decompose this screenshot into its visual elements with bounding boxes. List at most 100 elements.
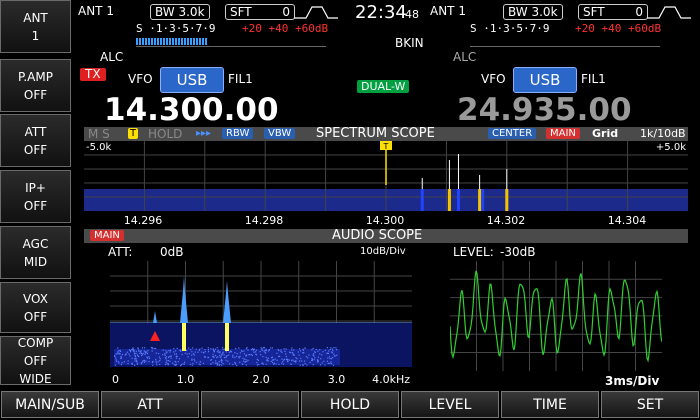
audio-oscilloscope-display[interactable] xyxy=(450,261,662,371)
audio-fft-noise-dot xyxy=(291,349,293,351)
audio-fft-noise-dot xyxy=(118,350,120,352)
audio-fft-noise-dot xyxy=(280,349,282,351)
audio-fft-noise-dot xyxy=(262,355,264,358)
audio-fft-noise-dot xyxy=(123,361,125,363)
side-button-comp[interactable]: COMP OFF WIDE xyxy=(0,336,71,386)
function-button-att[interactable]: ATT xyxy=(101,391,199,418)
audio-time-div: 3ms/Div xyxy=(605,374,660,388)
spectrum-main-tag: MAIN xyxy=(546,128,580,139)
audio-fft-noise-dot xyxy=(227,360,229,362)
audio-fft-noise-dot xyxy=(311,349,313,351)
audio-fft-noise-dot xyxy=(131,357,133,360)
spectrum-arrows-icon: ▸▸▸ xyxy=(196,128,212,139)
audio-fft-noise-dot xyxy=(263,350,265,352)
audio-fft-noise-dot xyxy=(155,358,157,361)
function-button-empty-2[interactable] xyxy=(201,391,299,418)
audio-fft-noise-dot xyxy=(221,361,223,363)
audio-fft-noise-dot xyxy=(265,356,267,358)
spectrum-freq-label: 14.300 xyxy=(366,214,405,227)
spectrum-scope-display[interactable]: T -5.0k +5.0k 14.296 14.298 14.300 14.302 14… xyxy=(84,141,688,229)
audio-fft-noise-dot xyxy=(239,361,241,363)
audio-fft-noise-dot xyxy=(296,358,298,360)
audio-fft-noise-dot xyxy=(216,347,218,349)
audio-fft-noise-dot xyxy=(280,350,282,353)
audio-div-label: 10dB/Div xyxy=(360,246,406,257)
sub-mode-button[interactable]: USB xyxy=(513,67,577,93)
side-button-agc[interactable]: AGC MID xyxy=(0,226,71,279)
function-button-main-sub[interactable]: MAIN/SUB xyxy=(1,391,99,418)
audio-fft-noise-dot xyxy=(291,347,293,349)
function-button-time[interactable]: TIME xyxy=(501,391,599,418)
audio-fft-noise-dot xyxy=(292,353,294,355)
audio-fft-noise-dot xyxy=(119,353,121,355)
audio-fft-noise-dot xyxy=(175,361,177,363)
audio-fft-noise-dot xyxy=(246,347,248,349)
audio-fft-noise-dot xyxy=(164,364,167,366)
audio-fft-display[interactable]: 0 1.0 2.0 3.0 4.0kHz xyxy=(110,261,412,391)
sub-bw-indicator[interactable]: BW 3.0k xyxy=(503,4,563,20)
audio-fft-noise-dot xyxy=(191,359,193,361)
side-button-ant[interactable]: ANT 1 xyxy=(0,0,71,53)
audio-fft-noise-dot xyxy=(142,361,144,363)
audio-fft-noise-dot xyxy=(324,364,326,366)
side-button-att[interactable]: ATT OFF xyxy=(0,114,71,167)
audio-fft-noise-dot xyxy=(194,351,196,353)
audio-fft-noise-dot xyxy=(302,348,304,350)
side-button-p-amp[interactable]: P.AMP OFF xyxy=(0,59,71,112)
audio-fft-noise-dot xyxy=(133,350,135,352)
audio-fft-noise-dot xyxy=(195,348,197,350)
function-button-hold[interactable]: HOLD xyxy=(301,391,399,418)
spectrum-header: M S T HOLD ▸▸▸ RBW VBW SPECTRUM SCOPE CE… xyxy=(84,127,688,141)
audio-fft-noise-dot xyxy=(292,359,294,361)
audio-fft-noise-dot xyxy=(159,363,161,366)
audio-fft-noise-dot xyxy=(336,354,338,356)
audio-fft-noise-dot xyxy=(309,361,311,364)
audio-fft-noise-dot xyxy=(281,362,283,364)
audio-fft-noise-dot xyxy=(262,363,264,365)
sub-sft-indicator[interactable]: SFT 0 xyxy=(578,4,648,20)
audio-fft-noise-dot xyxy=(317,356,320,358)
main-sft-indicator[interactable]: SFT 0 xyxy=(225,4,295,20)
audio-fft-noise-dot xyxy=(165,358,167,360)
audio-fft-noise-dot xyxy=(154,347,157,350)
sub-frequency[interactable]: 24.935.00 xyxy=(457,92,632,128)
sub-sft-value: 0 xyxy=(635,5,643,19)
audio-fft-noise-dot xyxy=(327,357,329,359)
function-button-set[interactable]: SET xyxy=(601,391,699,418)
audio-fft-noise-dot xyxy=(139,352,141,355)
function-button-level[interactable]: LEVEL xyxy=(401,391,499,418)
main-mode-button[interactable]: USB xyxy=(160,67,224,93)
main-frequency[interactable]: 14.300.00 xyxy=(104,92,279,128)
audio-fft-noise-dot xyxy=(140,362,142,364)
audio-fft-noise-dot xyxy=(324,349,327,351)
audio-fft-noise-dot xyxy=(184,352,186,354)
audio-fft-noise-dot xyxy=(238,347,240,349)
main-bw-indicator[interactable]: BW 3.0k xyxy=(150,4,210,20)
audio-fft-noise-dot xyxy=(290,363,292,365)
audio-fft-noise-dot xyxy=(183,361,186,363)
audio-fft-noise-dot xyxy=(271,357,273,359)
audio-fft-noise-dot xyxy=(311,359,313,362)
audio-fft-noise-dot xyxy=(164,354,166,356)
audio-fft-noise-dot xyxy=(256,358,258,360)
audio-fft-noise-dot xyxy=(242,357,244,359)
audio-fft-noise-dot xyxy=(212,355,214,358)
audio-fft-noise-dot xyxy=(320,358,322,360)
audio-fft-noise-dot xyxy=(250,353,252,356)
audio-fft-noise-dot xyxy=(143,361,146,363)
audio-att-label: ATT: xyxy=(108,245,133,259)
side-button-ip[interactable]: IP+ OFF xyxy=(0,170,71,223)
clock-seconds: 48 xyxy=(405,8,419,21)
main-alc-label: ALC xyxy=(100,50,124,64)
audio-fft-noise-dot xyxy=(244,361,246,363)
audio-fft-noise-dot xyxy=(173,364,175,366)
audio-fft-noise-dot xyxy=(192,353,194,355)
audio-fft-noise-dot xyxy=(151,347,153,349)
audio-fft-noise-dot xyxy=(326,347,328,349)
audio-fft-noise-dot xyxy=(320,364,322,366)
spectrum-freq-label: 14.298 xyxy=(245,214,284,227)
side-button-vox[interactable]: VOX OFF xyxy=(0,282,71,333)
audio-fft-noise-dot xyxy=(212,348,215,350)
audio-fft-noise-dot xyxy=(146,356,148,358)
audio-fft-noise-dot xyxy=(132,348,134,350)
